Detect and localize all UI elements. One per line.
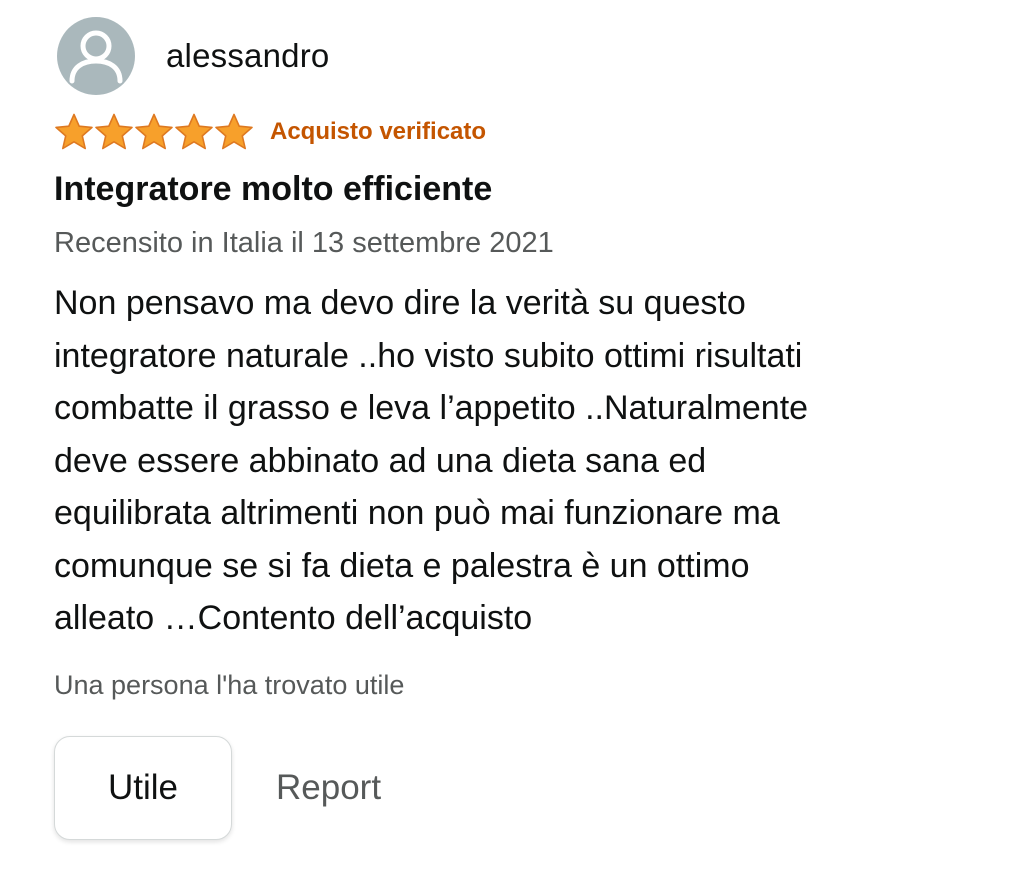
review-body-line: combatte il grasso e leva l’appetito ..N… bbox=[54, 389, 809, 427]
verified-purchase-badge: Acquisto verificato bbox=[270, 118, 487, 145]
review-body-line: integratore naturale ..ho visto subito o… bbox=[54, 336, 803, 375]
star-icon bbox=[175, 113, 213, 150]
review-title[interactable]: Integratore molto efficiente bbox=[54, 170, 492, 209]
review-body-line: deve essere abbinato ad una dieta sana e… bbox=[54, 441, 707, 480]
rating-row: Acquisto verificato bbox=[54, 112, 486, 152]
author-name[interactable]: alessandro bbox=[166, 37, 329, 75]
review-body-line: equilibrata altrimenti non può mai funzi… bbox=[54, 494, 780, 532]
helpful-count-text: Una persona l'ha trovato utile bbox=[54, 670, 405, 700]
review-body-line: alleato …Contento dell’acquisto bbox=[54, 599, 533, 637]
avatar bbox=[57, 17, 135, 95]
star-icon bbox=[95, 113, 133, 150]
review-date: Recensito in Italia il 13 settembre 2021 bbox=[54, 227, 554, 259]
review-body-line: Non pensavo ma devo dire la verità su qu… bbox=[54, 284, 746, 322]
star-rating[interactable] bbox=[54, 113, 254, 151]
user-silhouette-icon bbox=[69, 30, 123, 84]
star-icon bbox=[55, 113, 93, 150]
review-body-line: comunque se si fa dieta e palestra è un … bbox=[54, 546, 750, 585]
helpful-button[interactable]: Utile bbox=[54, 736, 232, 840]
review-header: alessandro bbox=[57, 16, 329, 96]
star-icon bbox=[215, 113, 253, 150]
review-body: Non pensavo ma devo dire la verità su qu… bbox=[54, 277, 1004, 645]
report-link[interactable]: Report bbox=[276, 768, 381, 808]
review-actions: Utile Report bbox=[54, 735, 381, 841]
star-icon bbox=[135, 113, 173, 150]
review-card: alessandro Acquisto verificato Integrato… bbox=[0, 0, 1024, 887]
